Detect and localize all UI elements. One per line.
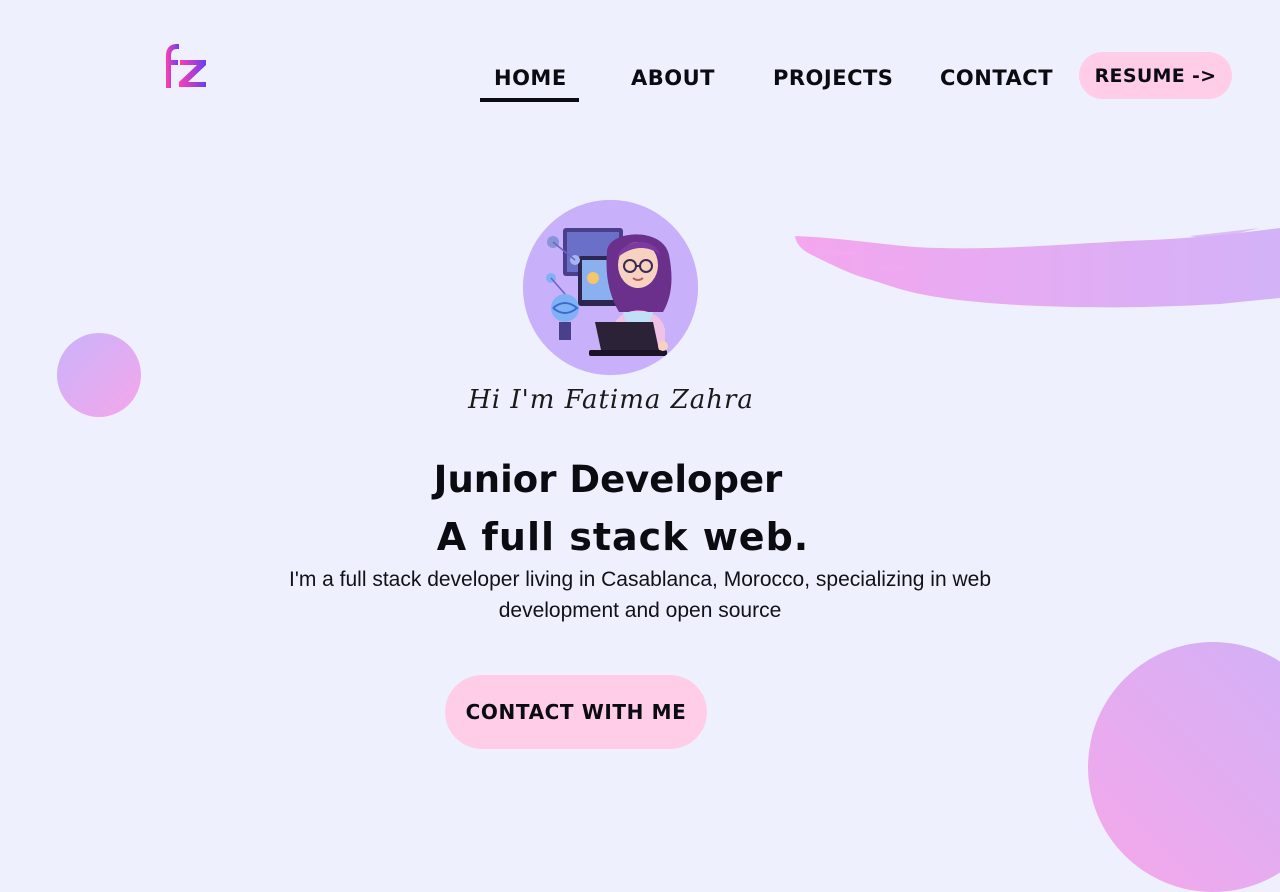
- resume-button[interactable]: RESUME ->: [1079, 52, 1232, 99]
- decorative-brush-stroke: [795, 228, 1280, 308]
- developer-girl-avatar-illustration-icon: [523, 200, 698, 375]
- greeting-signature: Hi I'm Fatima Zahra: [468, 385, 754, 415]
- nav-item-about[interactable]: ABOUT: [631, 66, 715, 90]
- role-title: Junior Developer: [433, 458, 783, 501]
- nav-item-projects[interactable]: PROJECTS: [773, 66, 893, 90]
- decorative-circle-bottom-right: [1088, 642, 1280, 892]
- main-navigation: HOME ABOUT PROJECTS CONTACT RESUME ->: [0, 0, 1280, 120]
- contact-with-me-button[interactable]: CONTACT WITH ME: [445, 675, 707, 749]
- role-subtitle: A full stack web.: [436, 515, 810, 559]
- nav-item-contact[interactable]: CONTACT: [940, 66, 1053, 90]
- intro-description: I'm a full stack developer living in Cas…: [288, 568, 991, 622]
- nav-item-home[interactable]: HOME: [480, 66, 579, 102]
